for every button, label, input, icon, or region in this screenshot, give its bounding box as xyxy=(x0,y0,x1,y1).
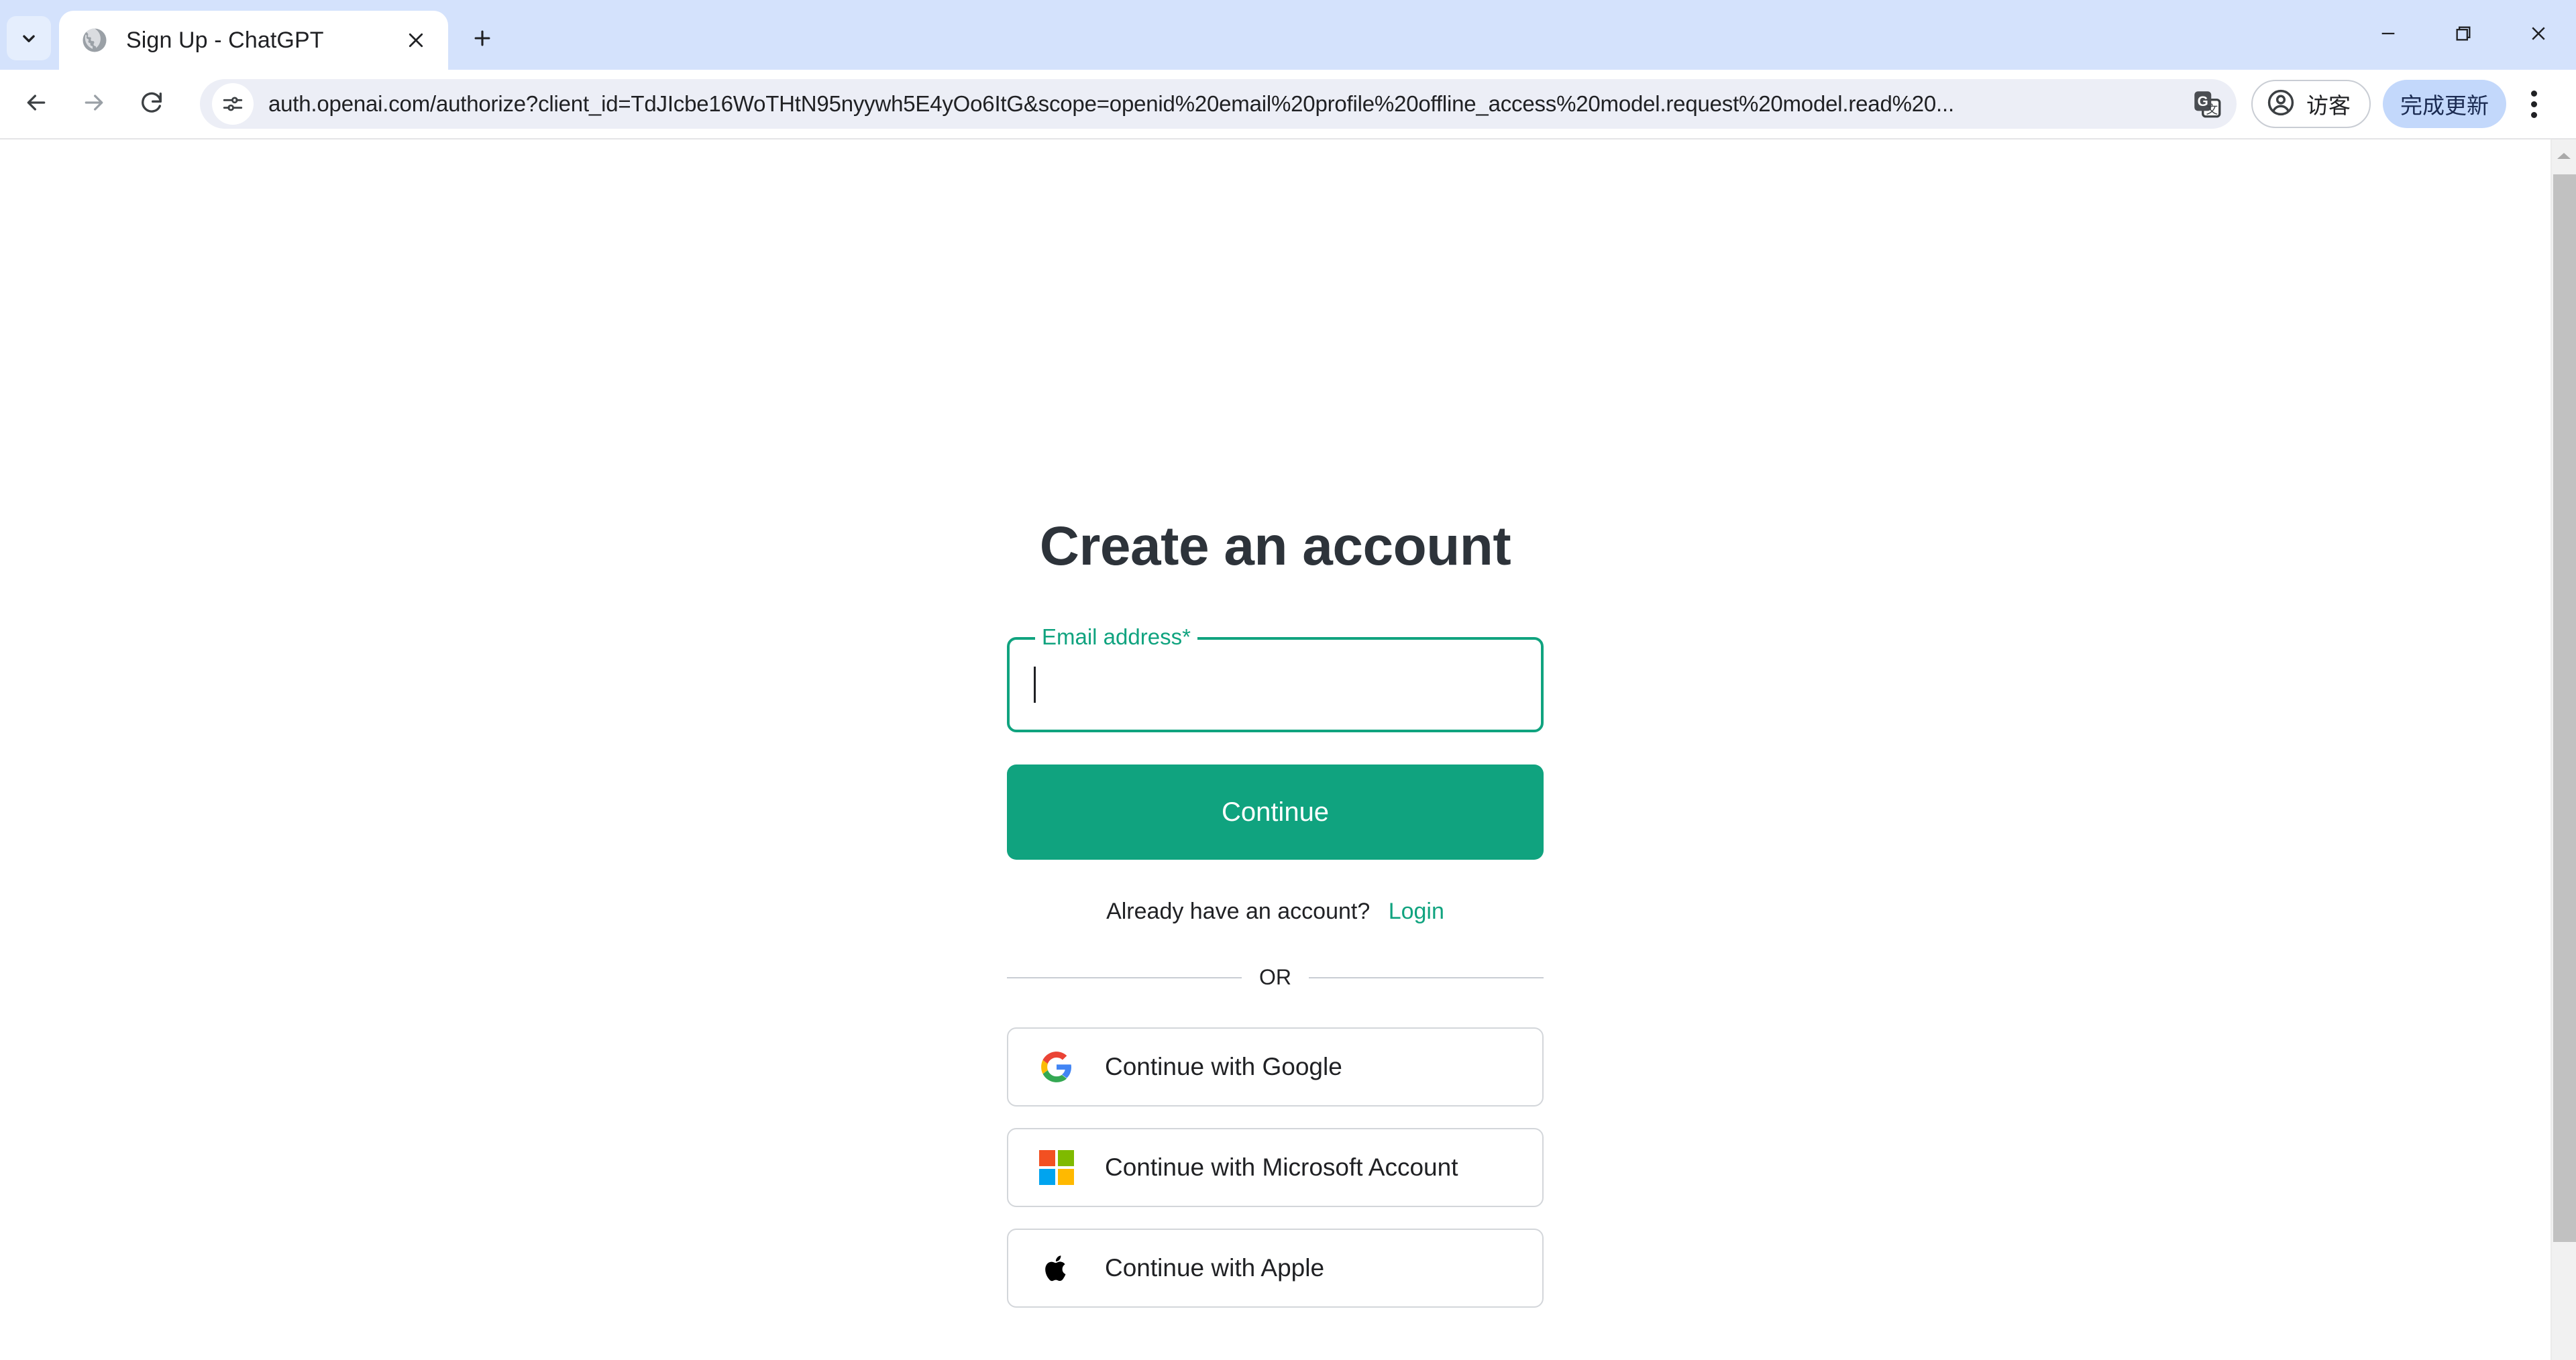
arrow-right-icon xyxy=(80,89,107,119)
account-circle-icon xyxy=(2266,88,2296,121)
browser-toolbar: auth.openai.com/authorize?client_id=TdJI… xyxy=(0,70,2576,139)
already-have-account-row: Already have an account? Login xyxy=(1007,899,1544,925)
forward-button[interactable] xyxy=(67,77,121,131)
scrollbar-thumb[interactable] xyxy=(2553,174,2576,1242)
apple-icon xyxy=(1039,1251,1074,1286)
maximize-window-button[interactable] xyxy=(2426,0,2501,70)
continue-with-google-button[interactable]: Continue with Google xyxy=(1007,1027,1544,1107)
divider-line-right xyxy=(1309,976,1544,978)
already-have-account-text: Already have an account? xyxy=(1106,899,1371,924)
address-bar[interactable]: auth.openai.com/authorize?client_id=TdJI… xyxy=(200,79,2237,129)
login-link[interactable]: Login xyxy=(1389,899,1444,924)
signup-page: Create an account Email address* Continu… xyxy=(0,139,2551,1360)
divider-line-left xyxy=(1007,976,1242,978)
continue-with-microsoft-label: Continue with Microsoft Account xyxy=(1105,1153,1458,1181)
close-icon[interactable] xyxy=(398,23,433,58)
page-viewport: Create an account Email address* Continu… xyxy=(0,139,2576,1360)
window-controls xyxy=(2351,0,2576,70)
minimize-icon xyxy=(2379,24,2398,46)
translate-icon[interactable]: G 文 xyxy=(2188,85,2226,123)
continue-with-apple-label: Continue with Apple xyxy=(1105,1254,1325,1282)
caret-up-icon xyxy=(2556,151,2572,164)
restore-icon xyxy=(2454,24,2473,46)
continue-with-google-label: Continue with Google xyxy=(1105,1053,1342,1080)
page-title: Create an account xyxy=(1039,516,1511,577)
or-divider: OR xyxy=(1007,965,1544,990)
more-vertical-icon[interactable] xyxy=(2509,77,2559,131)
kebab-dot xyxy=(2530,90,2537,97)
tab-title: Sign Up - ChatGPT xyxy=(126,27,324,53)
divider-label: OR xyxy=(1259,965,1291,989)
globe-icon xyxy=(80,26,109,54)
continue-with-microsoft-button[interactable]: Continue with Microsoft Account xyxy=(1007,1128,1544,1207)
continue-button[interactable]: Continue xyxy=(1007,764,1544,860)
social-login-list: Continue with Google Continue with Micro… xyxy=(1007,1027,1544,1308)
minimize-window-button[interactable] xyxy=(2351,0,2426,70)
arrow-left-icon xyxy=(23,89,50,119)
back-button[interactable] xyxy=(9,77,63,131)
url-text[interactable]: auth.openai.com/authorize?client_id=TdJI… xyxy=(268,91,2179,117)
email-input[interactable] xyxy=(1007,637,1544,732)
new-tab-button[interactable] xyxy=(460,17,504,62)
vertical-scrollbar[interactable] xyxy=(2551,139,2576,1360)
svg-text:文: 文 xyxy=(2206,103,2218,117)
close-icon xyxy=(2528,23,2548,47)
continue-with-apple-button[interactable]: Continue with Apple xyxy=(1007,1229,1544,1308)
reload-icon xyxy=(138,89,165,119)
kebab-dot xyxy=(2530,101,2537,107)
browser-window: Sign Up - ChatGPT auth.openai.com/author… xyxy=(0,0,2576,1360)
text-cursor xyxy=(1034,667,1036,703)
tab-search-button[interactable] xyxy=(7,16,51,60)
profile-button[interactable]: 访客 xyxy=(2251,80,2371,128)
tab-sign-up-chatgpt[interactable]: Sign Up - ChatGPT xyxy=(59,11,448,70)
site-settings-icon[interactable] xyxy=(212,83,254,125)
plus-icon xyxy=(471,27,494,53)
close-window-button[interactable] xyxy=(2501,0,2576,70)
email-field[interactable]: Email address* xyxy=(1007,626,1544,732)
continue-button-label: Continue xyxy=(1221,797,1330,827)
microsoft-icon xyxy=(1039,1150,1074,1185)
chevron-down-icon xyxy=(17,27,40,50)
google-icon xyxy=(1039,1050,1074,1084)
finish-update-label: 完成更新 xyxy=(2400,93,2489,118)
reload-button[interactable] xyxy=(125,77,178,131)
profile-label: 访客 xyxy=(2306,93,2351,118)
kebab-dot xyxy=(2530,111,2537,118)
tab-strip: Sign Up - ChatGPT xyxy=(0,0,2576,70)
finish-update-button[interactable]: 完成更新 xyxy=(2383,80,2506,128)
scroll-up-button[interactable] xyxy=(2552,139,2576,174)
auth-card: Create an account Email address* Continu… xyxy=(1007,515,1544,1360)
